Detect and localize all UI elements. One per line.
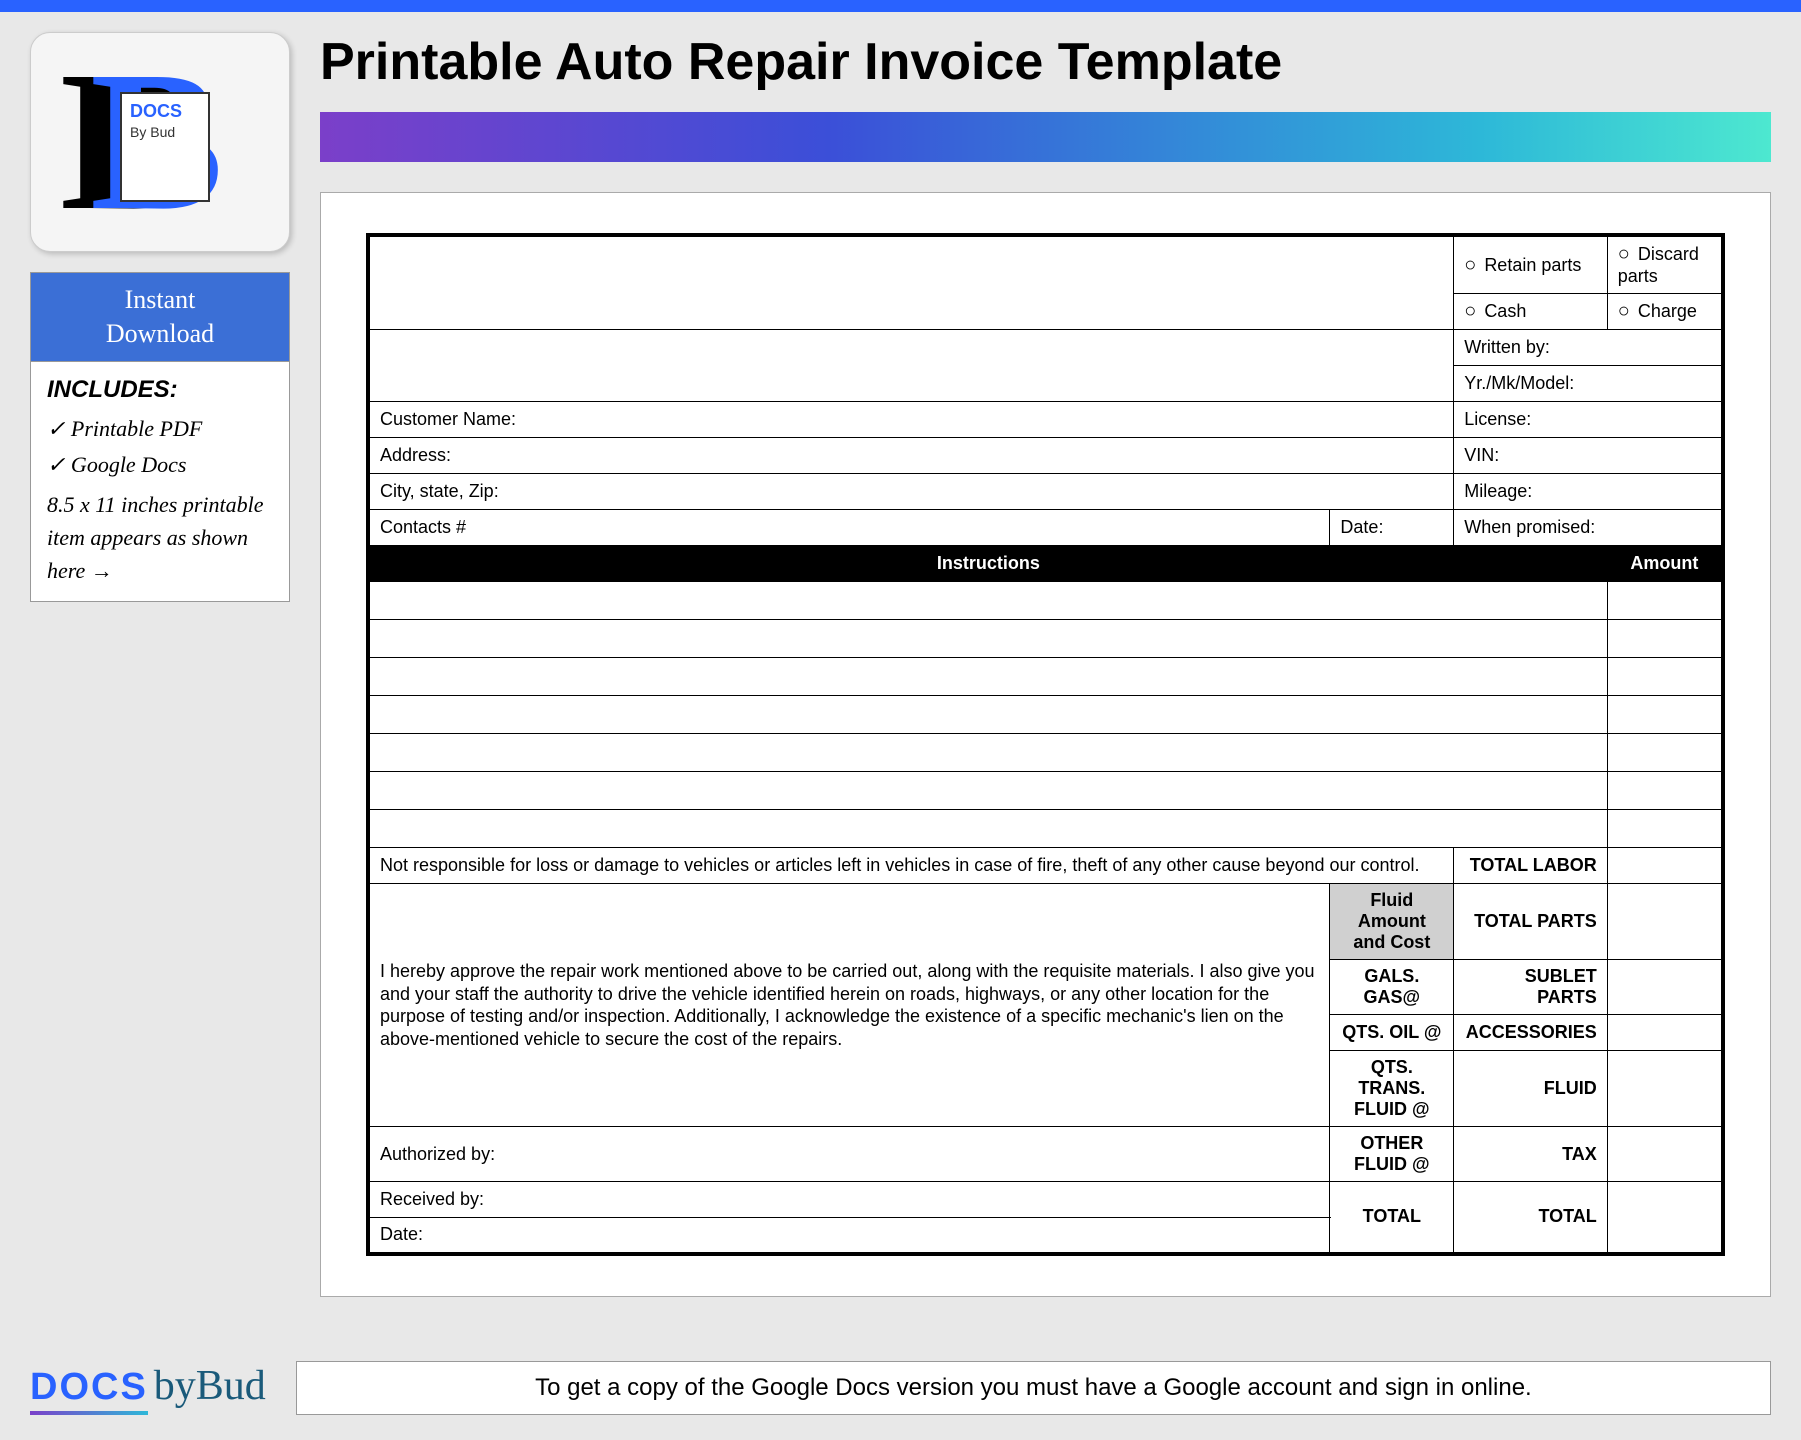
date2-field[interactable]: Date:: [368, 1218, 1330, 1254]
total-labor-label: TOTAL LABOR: [1454, 848, 1608, 884]
instructions-header: Instructions: [368, 546, 1607, 582]
grand-total-label: TOTAL: [1454, 1182, 1608, 1254]
amount-row-7[interactable]: [1607, 810, 1723, 848]
right-content: Printable Auto Repair Invoice Template R…: [320, 32, 1771, 1297]
address-field[interactable]: Address:: [368, 438, 1454, 474]
fluid-label: FLUID: [1454, 1051, 1608, 1127]
invoice-preview: Retain parts Discard parts Cash Charge W…: [320, 192, 1771, 1297]
instruction-row-2[interactable]: [368, 620, 1607, 658]
city-state-zip-field[interactable]: City, state, Zip:: [368, 474, 1454, 510]
instruction-row-4[interactable]: [368, 696, 1607, 734]
qts-trans-label: QTS. TRANS. FLUID @: [1330, 1051, 1454, 1127]
retain-parts-option[interactable]: Retain parts: [1454, 235, 1608, 294]
tax-label: TAX: [1454, 1127, 1608, 1182]
disclaimer-text: Not responsible for loss or damage to ve…: [368, 848, 1454, 884]
vin-field[interactable]: VIN:: [1454, 438, 1723, 474]
cash-option[interactable]: Cash: [1454, 294, 1608, 330]
date-field[interactable]: Date:: [1330, 510, 1454, 546]
charge-option[interactable]: Charge: [1607, 294, 1723, 330]
yr-mk-model-field[interactable]: Yr./Mk/Model:: [1454, 366, 1723, 402]
fluid-total-label: TOTAL: [1330, 1182, 1454, 1254]
amount-row-1[interactable]: [1607, 582, 1723, 620]
top-blue-bar: [0, 0, 1801, 12]
blank-top-left: [368, 235, 1454, 330]
grand-total-value[interactable]: [1607, 1182, 1723, 1254]
includes-item-pdf: ✓ Printable PDF: [47, 416, 273, 442]
main-container: B B DOCS By Bud InstantDownload INCLUDES…: [0, 12, 1801, 1297]
instruction-row-3[interactable]: [368, 658, 1607, 696]
fluid-cost-header: Fluid Amount and Cost: [1330, 884, 1454, 960]
discard-parts-option[interactable]: Discard parts: [1607, 235, 1723, 294]
mileage-field[interactable]: Mileage:: [1454, 474, 1723, 510]
accessories-label: ACCESSORIES: [1454, 1015, 1608, 1051]
footer-note: To get a copy of the Google Docs version…: [296, 1361, 1771, 1415]
gals-gas-label: GALS. GAS@: [1330, 960, 1454, 1015]
instruction-row-6[interactable]: [368, 772, 1607, 810]
total-labor-value[interactable]: [1607, 848, 1723, 884]
received-by-field[interactable]: Received by:: [368, 1182, 1330, 1218]
page-title: Printable Auto Repair Invoice Template: [320, 32, 1771, 92]
amount-row-4[interactable]: [1607, 696, 1723, 734]
amount-header: Amount: [1607, 546, 1723, 582]
total-parts-value[interactable]: [1607, 884, 1723, 960]
amount-row-5[interactable]: [1607, 734, 1723, 772]
license-field[interactable]: License:: [1454, 402, 1723, 438]
written-by-field[interactable]: Written by:: [1454, 330, 1723, 366]
invoice-table: Retain parts Discard parts Cash Charge W…: [366, 233, 1725, 1256]
tax-value[interactable]: [1607, 1127, 1723, 1182]
left-sidebar: B B DOCS By Bud InstantDownload INCLUDES…: [30, 32, 290, 1297]
instant-download-badge: InstantDownload: [30, 272, 290, 361]
total-parts-label: TOTAL PARTS: [1454, 884, 1608, 960]
authorization-text: I hereby approve the repair work mention…: [368, 884, 1330, 1127]
when-promised-field[interactable]: When promised:: [1454, 510, 1723, 546]
footer-section: DOCS byBud To get a copy of the Google D…: [30, 1361, 1771, 1415]
amount-row-6[interactable]: [1607, 772, 1723, 810]
blank-mid: [368, 330, 1454, 402]
contacts-field[interactable]: Contacts #: [368, 510, 1330, 546]
amount-row-2[interactable]: [1607, 620, 1723, 658]
footer-logo: DOCS byBud: [30, 1362, 266, 1415]
customer-name-field[interactable]: Customer Name:: [368, 402, 1454, 438]
instruction-row-1[interactable]: [368, 582, 1607, 620]
includes-heading: INCLUDES:: [47, 376, 273, 404]
sublet-parts-value[interactable]: [1607, 960, 1723, 1015]
instruction-row-5[interactable]: [368, 734, 1607, 772]
includes-box: INCLUDES: ✓ Printable PDF ✓ Google Docs …: [30, 361, 290, 602]
amount-row-3[interactable]: [1607, 658, 1723, 696]
instruction-row-7[interactable]: [368, 810, 1607, 848]
footer-docs-text: DOCS: [30, 1366, 148, 1415]
fluid-value[interactable]: [1607, 1051, 1723, 1127]
logo-docs-text: DOCS: [130, 101, 182, 121]
qts-oil-label: QTS. OIL @: [1330, 1015, 1454, 1051]
includes-description: 8.5 x 11 inches printable item appears a…: [47, 488, 273, 587]
footer-bybud-text: byBud: [154, 1362, 266, 1410]
gradient-divider: [320, 112, 1771, 162]
logo-box: B B DOCS By Bud: [30, 32, 290, 252]
logo-document-icon: DOCS By Bud: [120, 92, 210, 202]
other-fluid-label: OTHER FLUID @: [1330, 1127, 1454, 1182]
accessories-value[interactable]: [1607, 1015, 1723, 1051]
logo-bybud-text: By Bud: [130, 124, 175, 140]
sublet-parts-label: SUBLET PARTS: [1454, 960, 1608, 1015]
includes-item-gdocs: ✓ Google Docs: [47, 452, 273, 478]
authorized-by-field[interactable]: Authorized by:: [368, 1127, 1330, 1182]
